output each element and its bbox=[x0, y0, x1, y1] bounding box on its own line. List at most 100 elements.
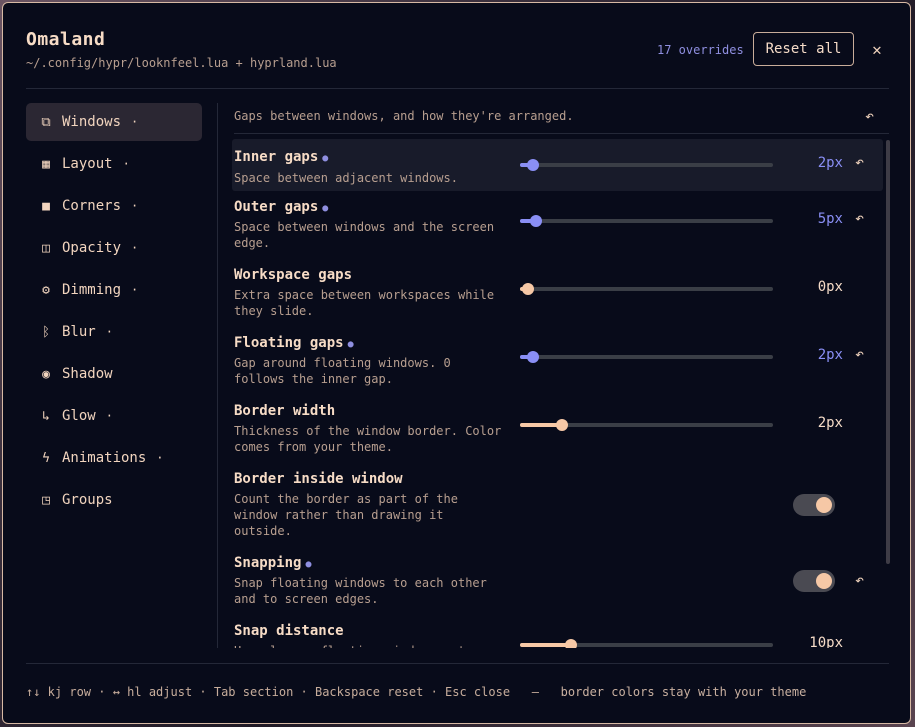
setting-slider[interactable] bbox=[520, 639, 773, 648]
setting-row[interactable]: Border width Thickness of the window bord… bbox=[232, 399, 883, 459]
reset-setting-icon[interactable]: ↶ bbox=[855, 153, 864, 171]
reset-setting-icon[interactable]: ↶ bbox=[855, 209, 864, 227]
sidebar-item-dimming[interactable]: ⚙ Dimming · bbox=[26, 271, 202, 309]
slider-handle[interactable] bbox=[530, 215, 543, 227]
setting-slider[interactable] bbox=[520, 215, 773, 227]
section-divider bbox=[234, 133, 889, 134]
setting-title-text: Snap distance bbox=[234, 623, 344, 639]
setting-description: Gap around floating windows. 0 follows t… bbox=[234, 356, 451, 386]
sidebar-item-layout[interactable]: ▦ Layout · bbox=[26, 145, 202, 183]
setting-title: Floating gaps ● bbox=[234, 335, 354, 351]
app-title: Omaland bbox=[26, 29, 106, 50]
sidebar-item-shadow[interactable]: ◉ Shadow bbox=[26, 355, 202, 393]
setting-title: Snap distance bbox=[234, 623, 344, 639]
slider-handle[interactable] bbox=[521, 283, 534, 295]
bolt-icon: ϟ bbox=[42, 450, 50, 466]
setting-value: 5px bbox=[817, 211, 843, 227]
keyboard-hints: ↑↓ kj row · ↔ hl adjust · Tab section · … bbox=[26, 685, 511, 699]
config-path: ~/.config/hypr/looknfeel.lua + hyprland.… bbox=[26, 56, 337, 70]
slider-fill bbox=[520, 643, 571, 647]
sidebar-item-windows[interactable]: ⧉ Windows · bbox=[26, 103, 202, 141]
glow-icon: ↳ bbox=[42, 408, 50, 424]
setting-value: 10px bbox=[809, 635, 843, 648]
reset-all-button[interactable]: Reset all bbox=[753, 32, 854, 66]
setting-row[interactable]: Snap distance How close a floating window… bbox=[232, 619, 883, 648]
slider-handle[interactable] bbox=[526, 351, 539, 363]
footer-note: border colors stay with your theme bbox=[560, 685, 807, 699]
section-reset-icon[interactable]: ↶ bbox=[865, 107, 874, 125]
setting-title-text: Inner gaps bbox=[234, 149, 319, 165]
setting-toggle[interactable] bbox=[793, 570, 835, 592]
setting-row[interactable]: Inner gaps ● Space between adjacent window… bbox=[232, 139, 883, 191]
setting-title-text: Workspace gaps bbox=[234, 267, 353, 283]
setting-value: 2px bbox=[817, 155, 843, 171]
sidebar-item-glow[interactable]: ↳ Glow · bbox=[26, 397, 202, 435]
setting-value: 0px bbox=[817, 279, 843, 295]
sidebar-item-opacity[interactable]: ◫ Opacity · bbox=[26, 229, 202, 267]
overrides-count: 17 overrides bbox=[657, 43, 744, 57]
sidebar: ⧉ Windows · ▦ Layout · ■ Corners · ◫ Opacity · ⚙ Dimm… bbox=[26, 103, 202, 523]
setting-row[interactable]: Border inside window Count the border as … bbox=[232, 467, 883, 543]
windows-icon: ⧉ bbox=[41, 114, 51, 130]
setting-row[interactable]: Snapping ● Snap floating windows to each o… bbox=[232, 551, 883, 611]
setting-row[interactable]: Workspace gaps Extra space between worksp… bbox=[232, 263, 883, 323]
toggle-knob bbox=[816, 497, 832, 513]
settings-list: Inner gaps ● Space between adjacent window… bbox=[232, 139, 883, 648]
footer-separator: — bbox=[531, 685, 539, 699]
modified-dot-icon: ● bbox=[347, 339, 354, 350]
header-divider bbox=[26, 88, 889, 89]
settings-dialog: Omaland ~/.config/hypr/looknfeel.lua + h… bbox=[2, 2, 911, 724]
modified-dot-icon: ● bbox=[322, 153, 329, 164]
modified-indicator: · bbox=[105, 325, 113, 339]
setting-title-text: Floating gaps bbox=[234, 335, 344, 351]
setting-description: How close a floating window must bbox=[234, 643, 504, 648]
sidebar-item-blur[interactable]: ᛒ Blur · bbox=[26, 313, 202, 351]
slider-handle[interactable] bbox=[555, 419, 568, 431]
modified-indicator: · bbox=[105, 409, 113, 423]
reset-setting-icon[interactable]: ↶ bbox=[855, 571, 864, 589]
setting-title: Border width bbox=[234, 403, 335, 419]
sidebar-item-animations[interactable]: ϟ Animations · bbox=[26, 439, 202, 477]
modified-indicator: · bbox=[122, 157, 130, 171]
setting-slider[interactable] bbox=[520, 283, 773, 295]
sidebar-item-corners[interactable]: ■ Corners · bbox=[26, 187, 202, 225]
shadow-icon: ◉ bbox=[42, 366, 50, 382]
setting-slider[interactable] bbox=[520, 159, 773, 171]
square-icon: ■ bbox=[42, 198, 50, 214]
sidebar-item-label: Windows bbox=[62, 114, 122, 130]
setting-description: Thickness of the window border. Color co… bbox=[234, 424, 502, 454]
footer-hints: ↑↓ kj row · ↔ hl adjust · Tab section · … bbox=[26, 685, 806, 699]
setting-title-text: Outer gaps bbox=[234, 199, 319, 215]
groups-icon: ◳ bbox=[42, 492, 50, 508]
sidebar-divider bbox=[217, 103, 218, 648]
setting-title-text: Border width bbox=[234, 403, 336, 419]
setting-title: Inner gaps ● bbox=[234, 149, 328, 165]
setting-title: Workspace gaps bbox=[234, 267, 352, 283]
setting-title-text: Border inside window bbox=[234, 471, 403, 487]
setting-row[interactable]: Floating gaps ● Gap around floating window… bbox=[232, 331, 883, 391]
sidebar-item-label: Shadow bbox=[62, 366, 113, 382]
setting-title: Outer gaps ● bbox=[234, 199, 328, 215]
reset-setting-icon[interactable]: ↶ bbox=[855, 345, 864, 363]
sidebar-item-label: Glow bbox=[62, 408, 96, 424]
slider-handle[interactable] bbox=[564, 639, 577, 648]
modified-indicator: · bbox=[156, 451, 164, 465]
sidebar-item-groups[interactable]: ◳ Groups bbox=[26, 481, 202, 519]
setting-slider[interactable] bbox=[520, 351, 773, 363]
gear-icon: ⚙ bbox=[42, 282, 50, 298]
modified-indicator: · bbox=[131, 283, 139, 297]
modified-indicator: · bbox=[131, 199, 139, 213]
scrollbar[interactable] bbox=[886, 140, 890, 564]
slider-handle[interactable] bbox=[526, 159, 539, 171]
setting-title: Snapping ● bbox=[234, 555, 311, 571]
close-icon[interactable]: ✕ bbox=[867, 37, 887, 61]
setting-slider[interactable] bbox=[520, 419, 773, 431]
modified-indicator: · bbox=[131, 241, 139, 255]
setting-toggle[interactable] bbox=[793, 494, 835, 516]
sidebar-item-label: Layout bbox=[62, 156, 113, 172]
setting-title: Border inside window bbox=[234, 471, 403, 487]
toggle-knob bbox=[816, 573, 832, 589]
setting-description: Extra space between workspaces while the… bbox=[234, 288, 495, 318]
sidebar-item-label: Corners bbox=[62, 198, 122, 214]
setting-row[interactable]: Outer gaps ● Space between windows and the… bbox=[232, 195, 883, 255]
